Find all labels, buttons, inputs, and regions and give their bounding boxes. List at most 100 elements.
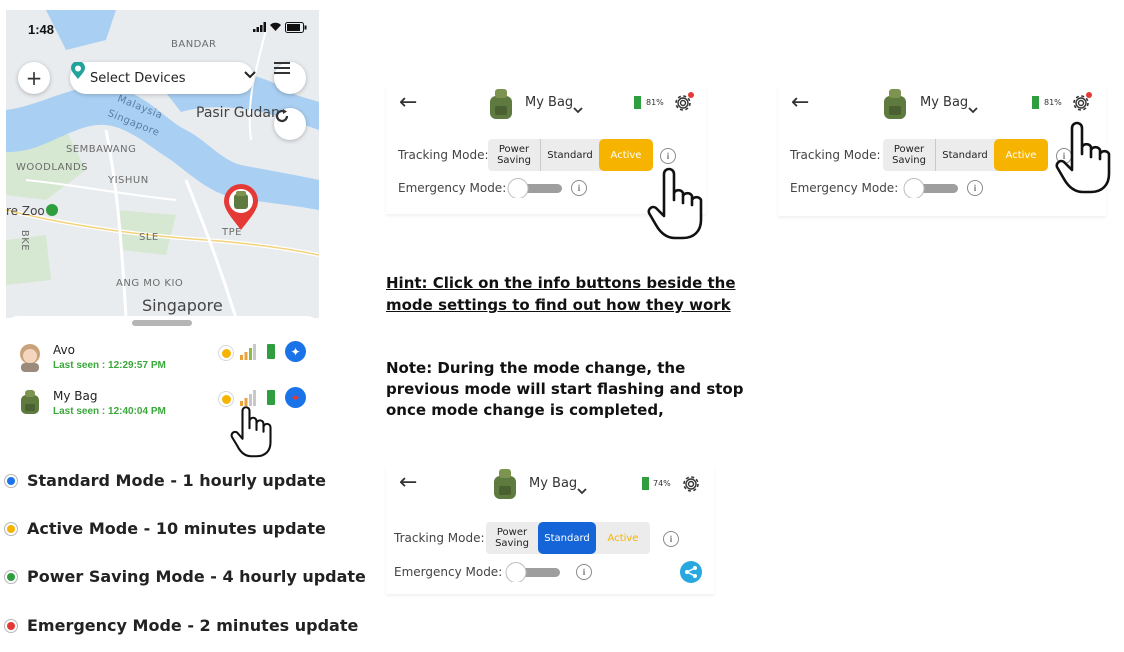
red-dot-icon <box>4 618 18 633</box>
device-name: Avo <box>53 343 75 357</box>
share-button[interactable] <box>680 561 702 583</box>
battery-level-icon <box>642 477 649 490</box>
emergency-toggle[interactable] <box>504 562 560 586</box>
device-name[interactable]: My Bag <box>920 95 968 110</box>
emergency-mode-label: Emergency Mode: <box>394 565 503 579</box>
mode-power-saving[interactable]: Power Saving <box>883 139 935 171</box>
device-name[interactable]: My Bag <box>525 95 573 110</box>
gear-icon[interactable] <box>1069 91 1093 119</box>
mode-standard[interactable]: Standard <box>538 522 596 554</box>
compass-icon[interactable]: ✦ <box>285 387 306 408</box>
device-name: My Bag <box>53 389 98 403</box>
green-dot-icon <box>4 569 18 584</box>
tracking-mode-selector: Power Saving Standard Active <box>488 139 653 171</box>
map-label: ANG MO KIO <box>116 278 184 289</box>
sheet-drag-handle[interactable] <box>132 320 192 326</box>
map-label: BKE <box>19 229 31 252</box>
backpack-icon <box>486 88 516 124</box>
map-view[interactable]: 1:48 BANDAR Pasir Gudan Malaysia Singapo… <box>6 10 319 318</box>
battery-level-icon <box>634 96 641 109</box>
refresh-icon <box>275 109 289 123</box>
note-text: Note: During the mode change, the previo… <box>386 359 744 419</box>
gear-icon[interactable] <box>671 91 695 119</box>
battery-percent: 81% <box>1044 98 1062 107</box>
map-label: BANDAR <box>171 39 217 50</box>
blue-dot-icon <box>4 473 18 488</box>
status-time: 1:48 <box>28 22 55 37</box>
emergency-info-icon[interactable]: i <box>576 564 592 580</box>
select-devices-dropdown[interactable]: Select Devices <box>70 62 256 94</box>
map-label: SEMBAWANG <box>66 144 137 155</box>
legend-label: Emergency Mode - 2 minutes update <box>27 616 359 635</box>
back-arrow-icon[interactable]: ← <box>399 90 417 115</box>
backpack-icon <box>490 468 520 504</box>
mode-active[interactable]: Active <box>596 522 650 554</box>
gear-icon[interactable] <box>679 472 703 500</box>
back-arrow-icon[interactable]: ← <box>399 470 417 495</box>
legend-item-power-saving: Power Saving Mode - 4 hourly update <box>4 567 366 586</box>
hand-pointer-icon <box>1054 120 1114 198</box>
mode-indicator-icon <box>218 345 234 361</box>
phone-screen: 1:48 BANDAR Pasir Gudan Malaysia Singapo… <box>6 10 319 430</box>
map-label: re Zoo <box>6 204 45 218</box>
emergency-toggle[interactable] <box>506 178 562 202</box>
signal-strength-icon <box>240 344 256 364</box>
last-seen: Last seen : 12:40:04 PM <box>53 406 166 417</box>
avatar <box>16 342 44 376</box>
yellow-dot-icon <box>4 521 18 536</box>
mode-power-saving[interactable]: Power Saving <box>488 139 540 171</box>
dot <box>7 572 15 581</box>
battery-level-icon <box>1032 96 1039 109</box>
status-bar: 1:48 <box>6 10 319 44</box>
device-row-avo[interactable]: Avo Last seen : 12:29:57 PM ✦ <box>6 340 319 380</box>
tracking-info-icon[interactable]: i <box>660 148 676 164</box>
hand-pointer-icon <box>646 166 706 244</box>
device-name[interactable]: My Bag <box>529 476 577 491</box>
legend-item-emergency: Emergency Mode - 2 minutes update <box>4 616 358 635</box>
device-battery-icon <box>267 344 275 359</box>
backpack-icon <box>880 88 910 124</box>
chevron-down-icon[interactable] <box>968 99 978 118</box>
map-label: Singapore <box>142 296 223 315</box>
select-devices-label: Select Devices <box>90 70 186 86</box>
refresh-button[interactable] <box>274 108 306 140</box>
map-label: Pasir Gudan <box>196 105 280 121</box>
legend-label: Power Saving Mode - 4 hourly update <box>27 567 366 586</box>
map-label: YISHUN <box>108 175 149 186</box>
mode-standard[interactable]: Standard <box>935 139 994 171</box>
device-settings-panel: ← My Bag 74% Tracking Mode: Power Saving… <box>386 466 714 594</box>
emergency-info-icon[interactable]: i <box>967 180 983 196</box>
dot <box>7 524 15 533</box>
chevron-down-icon[interactable] <box>577 480 587 499</box>
dot <box>7 476 15 485</box>
emergency-toggle[interactable] <box>902 178 958 202</box>
emergency-info-icon[interactable]: i <box>571 180 587 196</box>
map-label: SLE <box>139 232 159 243</box>
battery-percent: 74% <box>653 479 671 488</box>
mode-active[interactable]: Active <box>599 139 653 171</box>
hint-text: Hint: Click on the info buttons beside t… <box>386 274 736 314</box>
menu-button[interactable] <box>274 62 306 94</box>
map-label: WOODLANDS <box>16 162 88 173</box>
mode-standard[interactable]: Standard <box>540 139 599 171</box>
hamburger-icon <box>274 62 290 74</box>
tracking-info-icon[interactable]: i <box>663 531 679 547</box>
emergency-mode-label: Emergency Mode: <box>398 181 507 195</box>
share-icon <box>685 566 697 578</box>
compass-icon[interactable]: ✦ <box>285 341 306 362</box>
zoo-pin-icon <box>46 204 58 216</box>
plus-icon: + <box>25 66 43 90</box>
add-device-button[interactable]: + <box>18 62 50 94</box>
battery-percent: 81% <box>646 98 664 107</box>
mode-active[interactable]: Active <box>994 139 1048 171</box>
legend-label: Standard Mode - 1 hourly update <box>27 471 326 490</box>
hand-pointer-icon <box>226 402 280 462</box>
chevron-down-icon[interactable] <box>573 99 583 118</box>
back-arrow-icon[interactable]: ← <box>791 90 809 115</box>
mode-power-saving[interactable]: Power Saving <box>486 522 538 554</box>
last-seen: Last seen : 12:29:57 PM <box>53 360 166 371</box>
dot <box>7 621 15 630</box>
legend-item-standard: Standard Mode - 1 hourly update <box>4 471 326 490</box>
legend-item-active: Active Mode - 10 minutes update <box>4 519 326 538</box>
backpack-icon <box>18 389 42 419</box>
